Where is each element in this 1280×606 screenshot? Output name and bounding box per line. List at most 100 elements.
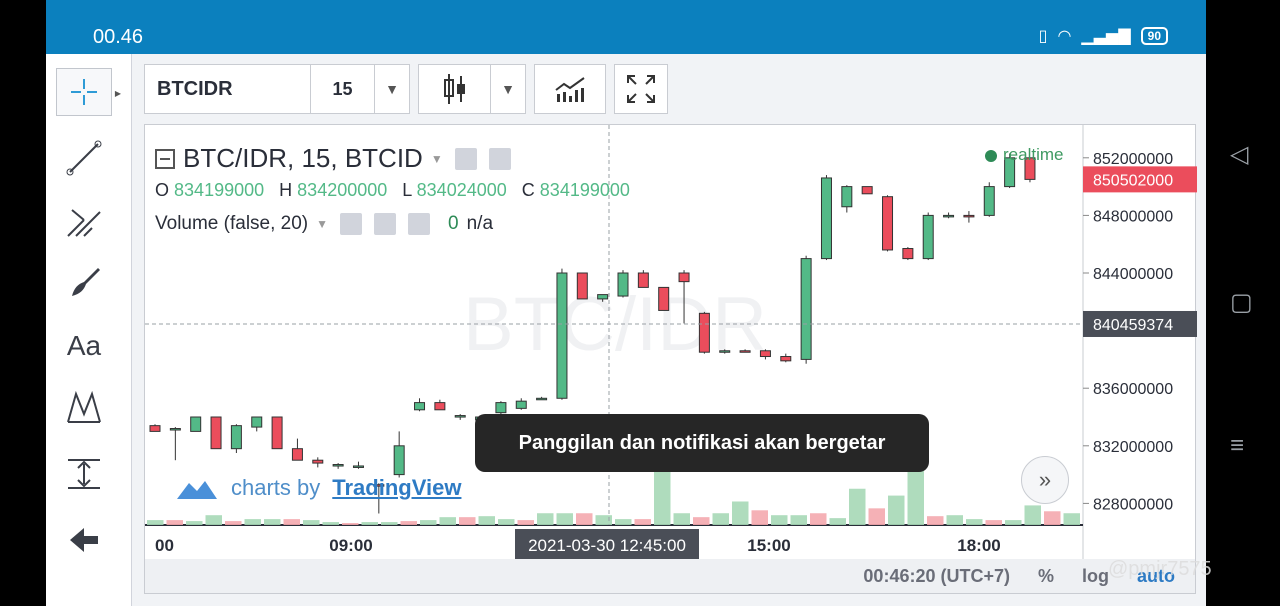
realtime-label: realtime xyxy=(1003,145,1064,164)
volume-bar xyxy=(225,521,242,525)
chart-clock: 00:46:20 (UTC+7) xyxy=(863,565,1010,586)
scroll-to-realtime-button[interactable]: » xyxy=(1021,456,1069,504)
volume-bar xyxy=(186,521,203,525)
status-time: 00.46 xyxy=(93,26,144,48)
high-value: 834200000 xyxy=(297,180,388,200)
candle-body xyxy=(800,258,812,360)
volume-bar xyxy=(478,516,495,525)
candle-body xyxy=(169,428,181,431)
indicators-icon xyxy=(555,77,585,102)
crosshair-icon xyxy=(71,79,97,105)
open-value: 834199000 xyxy=(174,180,265,200)
remove-drawings-tool[interactable] xyxy=(56,516,112,564)
toast-notification: Panggilan dan notifikasi akan bergetar xyxy=(475,414,929,472)
log-scale-button[interactable]: log xyxy=(1082,566,1109,587)
recents-icon[interactable]: ≡ xyxy=(1230,432,1244,460)
volume-bar xyxy=(732,501,749,525)
volume-bar xyxy=(790,515,807,525)
candle-body xyxy=(943,214,955,218)
screen-watermark: @pmjr7575 xyxy=(1108,558,1212,580)
interval-dropdown-icon[interactable]: ▼ xyxy=(375,65,409,113)
symbol-watermark: BTC/IDR xyxy=(463,282,767,367)
volume-bar xyxy=(634,519,651,525)
volume-bar xyxy=(673,513,690,525)
brush-tool[interactable] xyxy=(56,258,112,306)
symbol-input[interactable]: BTCIDR xyxy=(145,65,311,113)
volume-bar xyxy=(1024,505,1041,525)
open-label: O xyxy=(155,180,170,200)
app-screen: 00.46 ▯ ◠ ▁▃▅▇ 90 ▶ Aa BTCIDR 15 ▼ ▼ BTC… xyxy=(46,0,1206,606)
chart-style-dropdown-icon[interactable]: ▼ xyxy=(491,65,525,113)
status-bar: 00.46 ▯ ◠ ▁▃▅▇ 90 xyxy=(46,0,1206,54)
interval-selector[interactable]: 15 xyxy=(311,65,375,113)
home-icon[interactable]: ▢ xyxy=(1230,288,1253,317)
volume-bar xyxy=(595,515,612,525)
brush-icon xyxy=(72,268,100,296)
candle-body xyxy=(861,186,873,195)
candle-body xyxy=(678,272,690,283)
text-icon: Aa xyxy=(66,330,102,361)
measure-tool[interactable] xyxy=(56,450,112,498)
candle-body xyxy=(454,415,466,418)
candles-icon xyxy=(443,74,465,104)
pitchfork-tool[interactable] xyxy=(56,196,112,244)
volume-bar xyxy=(751,510,768,525)
collapse-icon[interactable] xyxy=(155,148,175,169)
text-tool[interactable]: Aa xyxy=(56,322,112,370)
candle-body xyxy=(291,448,303,461)
volume-menu-icon[interactable]: ▼ xyxy=(316,217,328,231)
last-price-label: 850502000 xyxy=(1093,172,1173,189)
volume-remove-icon[interactable] xyxy=(408,213,431,235)
drawing-toolbar: ▶ Aa xyxy=(46,54,132,606)
android-nav-bar: ◁ ▢ ≡ xyxy=(1206,0,1280,606)
series-settings-icon[interactable] xyxy=(488,147,511,170)
crosshair-time-label: 2021-03-30 12:45:00 xyxy=(528,536,686,555)
volume-bar xyxy=(361,522,378,525)
candle-body xyxy=(230,425,242,450)
phone-frame: 00.46 ▯ ◠ ▁▃▅▇ 90 ▶ Aa BTCIDR 15 ▼ ▼ BTC… xyxy=(0,0,1280,606)
measure-icon xyxy=(68,459,100,489)
volume-visibility-icon[interactable] xyxy=(340,213,363,235)
indicators-button[interactable] xyxy=(535,65,605,113)
tradingview-link[interactable]: TradingView xyxy=(332,475,461,501)
volume-bar xyxy=(205,515,222,525)
volume-bar xyxy=(147,520,164,525)
fullscreen-button[interactable] xyxy=(615,65,667,113)
volume-bar xyxy=(166,520,183,525)
legend-title-row: BTC/IDR, 15, BTCID ▼ xyxy=(155,143,640,174)
crosshair-tool[interactable]: ▶ xyxy=(56,68,121,116)
series-visibility-icon[interactable] xyxy=(454,147,477,170)
tool-expand-icon[interactable]: ▶ xyxy=(115,89,121,98)
percent-scale-button[interactable]: % xyxy=(1038,566,1054,587)
volume-bar xyxy=(849,488,866,525)
pattern-tool[interactable] xyxy=(56,384,112,432)
price-tick-label: 836000000 xyxy=(1093,381,1173,398)
candle-body xyxy=(556,272,568,399)
volume-bar xyxy=(283,519,300,525)
series-menu-icon[interactable]: ▼ xyxy=(431,152,443,166)
candle-body xyxy=(820,177,832,260)
ohlc-values: O 834199000 H 834200000 L 834024000 C 83… xyxy=(155,180,640,201)
chart-style-button[interactable] xyxy=(419,65,491,113)
trend-line-tool[interactable] xyxy=(56,134,112,182)
pitchfork-icon xyxy=(67,209,101,237)
candle-body xyxy=(495,402,507,414)
volume-bar xyxy=(927,516,944,525)
volume-bar xyxy=(244,519,261,525)
volume-bar xyxy=(985,520,1002,525)
volume-bar xyxy=(693,517,710,525)
branding-prefix: charts by xyxy=(231,475,321,500)
tradingview-branding[interactable]: charts by TradingView xyxy=(173,475,461,501)
volume-settings-icon[interactable] xyxy=(374,213,397,235)
indicators-group xyxy=(534,64,606,114)
volume-bar xyxy=(537,513,554,525)
back-icon[interactable]: ◁ xyxy=(1230,140,1248,169)
low-value: 834024000 xyxy=(416,180,507,200)
candle-body xyxy=(536,397,548,401)
chart-bottom-bar: 00:46:20 (UTC+7) % log auto xyxy=(145,559,1195,593)
price-tick-label: 828000000 xyxy=(1093,496,1173,513)
vibrate-icon: ▯ xyxy=(1038,28,1048,45)
volume-bar xyxy=(400,521,417,525)
arrow-left-icon xyxy=(70,528,98,552)
volume-bar xyxy=(556,513,573,525)
